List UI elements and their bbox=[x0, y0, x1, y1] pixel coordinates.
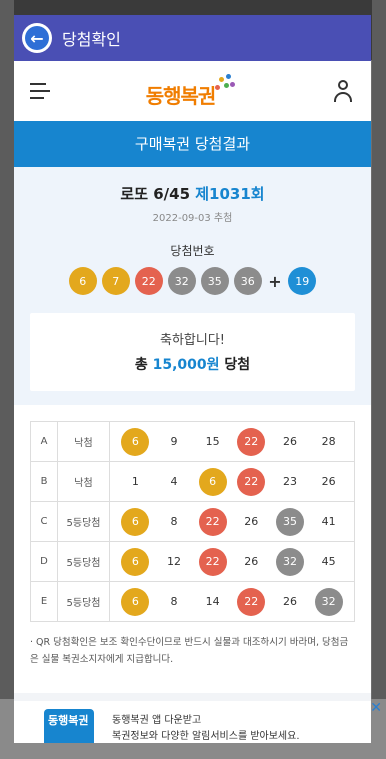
winning-ball: 32 bbox=[167, 267, 196, 295]
ticket-label: C bbox=[30, 501, 58, 542]
ticket-result: 낙첨 bbox=[57, 421, 110, 462]
congrats-card: 축하합니다! 총 15,000원 당첨 bbox=[30, 313, 355, 391]
ticket-numbers: 6 8 22 26 35 41 bbox=[109, 501, 355, 542]
matched-number: 35 bbox=[275, 507, 304, 536]
draw-result-section: 로또 6/45 제1031회 2022-09-03 추첨 당첨번호 6 7 22… bbox=[14, 167, 371, 405]
ticket-result: 낙첨 bbox=[57, 461, 110, 502]
winning-ball: 35 bbox=[200, 267, 229, 295]
disclaimer-note: · QR 당첨확인은 보조 확인수단이므로 반드시 실물과 대조하시기 바라며,… bbox=[30, 637, 349, 665]
matched-number: 6 bbox=[121, 547, 150, 576]
ticket-result: 5등당첨 bbox=[57, 541, 110, 582]
background-left bbox=[0, 0, 14, 759]
ticket-label: B bbox=[30, 461, 58, 502]
ticket-result: 5등당첨 bbox=[57, 581, 110, 622]
ticket-result: 5등당첨 bbox=[57, 501, 110, 542]
bonus-ball: 19 bbox=[288, 267, 317, 295]
menu-icon[interactable] bbox=[30, 83, 50, 99]
matched-number: 32 bbox=[314, 587, 343, 616]
matched-number: 22 bbox=[198, 547, 227, 576]
matched-number: 22 bbox=[237, 427, 266, 456]
ticket-label: A bbox=[30, 421, 58, 462]
winning-ball: 7 bbox=[101, 267, 130, 295]
back-button[interactable]: ← bbox=[22, 23, 52, 53]
ticket-numbers: 6 8 14 22 26 32 bbox=[109, 581, 355, 622]
round-number: 제1031회 bbox=[195, 185, 265, 203]
ticket-table-section: A 낙첨 6 9 15 22 26 28 B 낙첨 1 4 6 22 23 26 C 5등당첨 6 8 22 26 35 41… bbox=[14, 405, 371, 622]
ticket-number: 1 bbox=[131, 475, 139, 488]
ticket-numbers: 6 12 22 26 32 45 bbox=[109, 541, 355, 582]
ticket-number: 8 bbox=[170, 515, 178, 528]
congrats-message: 축하합니다! bbox=[159, 333, 225, 348]
matched-number: 22 bbox=[237, 587, 266, 616]
app-download-banner[interactable]: 동행복권 동행복권 앱 다운받고 복권정보와 다양한 알림서비스를 받아보세요. bbox=[14, 693, 371, 743]
site-header: 동행복권 bbox=[14, 61, 371, 121]
ticket-number: 26 bbox=[321, 475, 336, 488]
ticket-number: 45 bbox=[321, 555, 336, 568]
ad-close-icon[interactable]: ✕ bbox=[370, 700, 382, 716]
logo-mark-icon bbox=[213, 73, 236, 95]
ticket-number: 23 bbox=[282, 475, 297, 488]
total-suffix: 당첨 bbox=[224, 357, 251, 373]
ticket-table: A 낙첨 6 9 15 22 26 28 B 낙첨 1 4 6 22 23 26 C 5등당첨 6 8 22 26 35 41… bbox=[30, 421, 355, 622]
ticket-number: 28 bbox=[321, 435, 336, 448]
matched-number: 6 bbox=[121, 427, 150, 456]
table-row: D 5등당첨 6 12 22 26 32 45 bbox=[30, 541, 355, 582]
background-right bbox=[372, 0, 386, 759]
ticket-number: 4 bbox=[170, 475, 178, 488]
app-download-text: 동행복권 앱 다운받고 복권정보와 다양한 알림서비스를 받아보세요. bbox=[112, 713, 300, 743]
ticket-number: 15 bbox=[205, 435, 220, 448]
page-banner: 구매복권 당첨결과 bbox=[14, 121, 371, 167]
ticket-number: 41 bbox=[321, 515, 336, 528]
app-download-line1: 동행복권 앱 다운받고 bbox=[112, 715, 202, 726]
user-icon[interactable] bbox=[331, 79, 355, 103]
ticket-numbers: 6 9 15 22 26 28 bbox=[109, 421, 355, 462]
matched-number: 6 bbox=[121, 587, 150, 616]
game-name: 로또 6/45 bbox=[120, 185, 191, 203]
winning-numbers-label: 당첨번호 bbox=[170, 244, 215, 258]
ticket-number: 9 bbox=[170, 435, 178, 448]
winning-ball: 36 bbox=[233, 267, 262, 295]
ticket-number: 26 bbox=[282, 435, 297, 448]
logo-text: 동행복권 bbox=[145, 84, 217, 108]
matched-number: 6 bbox=[198, 467, 227, 496]
draw-round: 로또 6/45 제1031회 bbox=[30, 183, 355, 204]
winning-numbers: 6 7 22 32 35 36 + 19 bbox=[30, 267, 355, 295]
app-icon: 동행복권 bbox=[44, 709, 94, 743]
total-prize: 총 15,000원 당첨 bbox=[30, 354, 355, 374]
ticket-label: E bbox=[30, 581, 58, 622]
ticket-label: D bbox=[30, 541, 58, 582]
draw-date: 2022-09-03 추첨 bbox=[152, 213, 233, 224]
plus-sign: + bbox=[268, 271, 282, 291]
result-dialog: ← 당첨확인 동행복권 구매복권 당첨결과 로또 6/45 제1031회 202… bbox=[14, 15, 371, 743]
matched-number: 22 bbox=[237, 467, 266, 496]
total-prefix: 총 bbox=[134, 357, 148, 373]
ticket-number: 8 bbox=[170, 595, 178, 608]
ticket-number: 14 bbox=[205, 595, 220, 608]
ticket-numbers: 1 4 6 22 23 26 bbox=[109, 461, 355, 502]
matched-number: 6 bbox=[121, 507, 150, 536]
matched-number: 22 bbox=[198, 507, 227, 536]
table-row: E 5등당첨 6 8 14 22 26 32 bbox=[30, 581, 355, 622]
app-download-line2: 복권정보와 다양한 알림서비스를 받아보세요. bbox=[112, 731, 300, 742]
winning-ball: 22 bbox=[134, 267, 163, 295]
titlebar: ← 당첨확인 bbox=[14, 15, 371, 61]
prize-amount: 15,000원 bbox=[152, 357, 220, 373]
ticket-number: 26 bbox=[244, 555, 259, 568]
winning-ball: 6 bbox=[68, 267, 97, 295]
ticket-number: 12 bbox=[166, 555, 181, 568]
table-row: C 5등당첨 6 8 22 26 35 41 bbox=[30, 501, 355, 542]
matched-number: 32 bbox=[275, 547, 304, 576]
table-row: A 낙첨 6 9 15 22 26 28 bbox=[30, 421, 355, 462]
window-title: 당첨확인 bbox=[62, 30, 121, 49]
table-row: B 낙첨 1 4 6 22 23 26 bbox=[30, 461, 355, 502]
logo[interactable]: 동행복권 bbox=[146, 73, 236, 109]
ticket-number: 26 bbox=[244, 515, 259, 528]
back-arrow-icon: ← bbox=[25, 26, 49, 50]
ticket-number: 26 bbox=[282, 595, 297, 608]
